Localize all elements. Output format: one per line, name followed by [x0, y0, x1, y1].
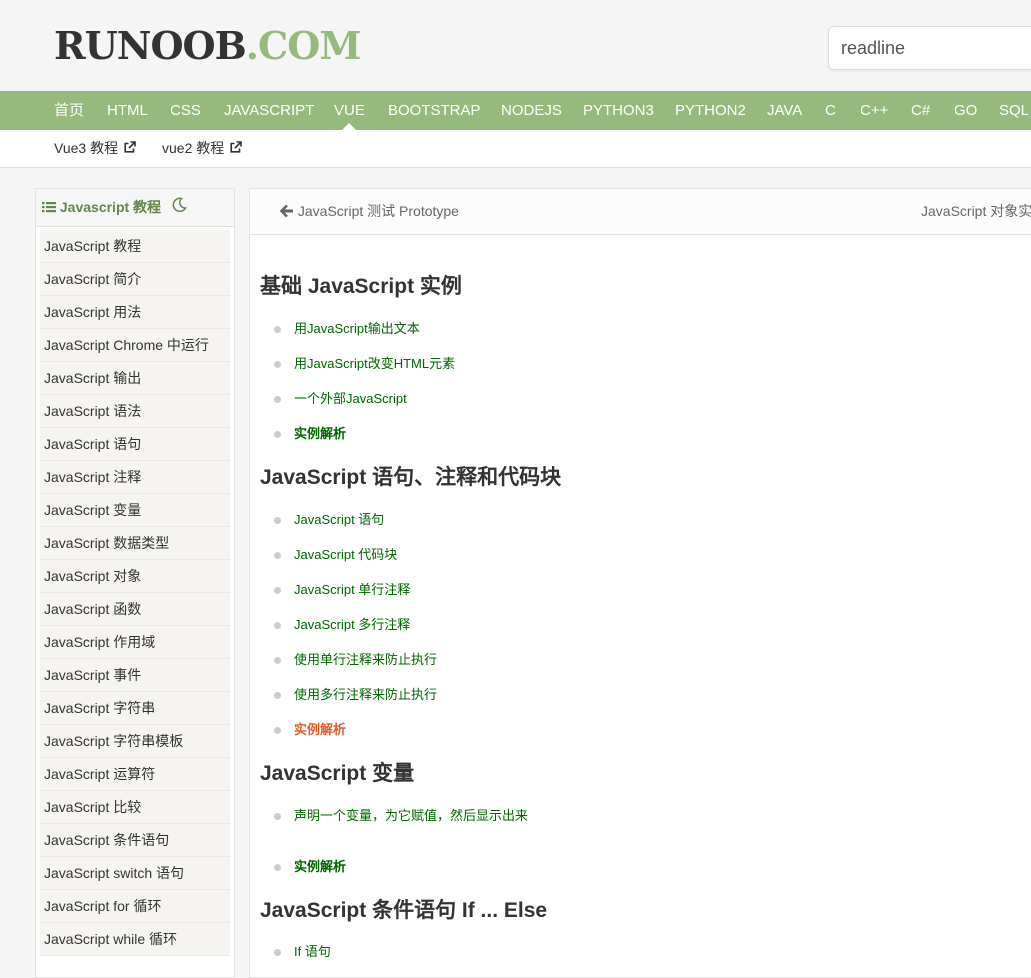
subnav-item-label: vue2 教程	[162, 140, 225, 156]
nav-item-csharp[interactable]: C#	[911, 91, 930, 130]
sidebar-item[interactable]: JavaScript 字符串模板	[40, 725, 230, 758]
subnav-item-vue3[interactable]: Vue3 教程	[54, 130, 136, 167]
example-link-label: 一个外部JavaScript	[294, 391, 407, 406]
example-link-label: 用JavaScript输出文本	[294, 321, 420, 336]
example-link-label: JavaScript 多行注释	[294, 617, 411, 632]
example-link-label: 使用多行注释来防止执行	[294, 687, 438, 702]
sidebar-item[interactable]: JavaScript 运算符	[40, 758, 230, 791]
nav-item-nodejs[interactable]: NODEJS	[501, 91, 562, 130]
sidebar-item[interactable]: JavaScript 注释	[40, 461, 230, 494]
prev-next-bar: JavaScript 测试 Prototype JavaScript 对象实例	[250, 189, 1031, 235]
section-title: JavaScript 条件语句 If ... Else	[260, 899, 548, 922]
site-header: RUNOOB.COM	[0, 0, 1031, 91]
sidebar-item[interactable]: JavaScript 对象	[40, 560, 230, 593]
example-link-label: 实例解析	[294, 426, 347, 441]
sidebar-title: Javascript 教程	[59, 199, 162, 215]
sidebar-item[interactable]: JavaScript 数据类型	[40, 527, 230, 560]
site-logo[interactable]: RUNOOB.COM	[54, 23, 362, 68]
subnav-item-vue2[interactable]: vue2 教程	[162, 130, 243, 168]
example-link-label: If 语句	[294, 944, 331, 959]
nav-item-java[interactable]: JAVA	[767, 91, 802, 130]
sidebar-header: Javascript 教程	[36, 189, 234, 227]
sidebar-item[interactable]: JavaScript while 循环	[40, 923, 230, 956]
sidebar-list: JavaScript 教程 JavaScript 简介 JavaScript 用…	[40, 230, 230, 956]
sidebar-item[interactable]: JavaScript 条件语句	[40, 824, 230, 857]
sidebar-item[interactable]: JavaScript 函数	[40, 593, 230, 626]
sidebar-item[interactable]: JavaScript Chrome 中运行	[40, 329, 230, 362]
list-icon	[42, 190, 56, 227]
bullet	[274, 727, 281, 734]
sidebar-item[interactable]: JavaScript 输出	[40, 362, 230, 395]
example-link-label: JavaScript 单行注释	[294, 582, 411, 597]
nav-item-cpp[interactable]: C++	[860, 91, 888, 130]
sidebar-item[interactable]: JavaScript 简介	[40, 263, 230, 296]
bullet	[274, 813, 281, 820]
nav-item-vue[interactable]: VUE	[334, 91, 365, 130]
example-link-label: 使用单行注释来防止执行	[294, 652, 438, 667]
example-link-label: 实例解析	[294, 722, 347, 737]
sidebar-item[interactable]: JavaScript 作用域	[40, 626, 230, 659]
nav-item-sql[interactable]: SQL	[999, 91, 1029, 130]
subnav-item-label: Vue3 教程	[54, 140, 119, 156]
nav-item-css[interactable]: CSS	[170, 91, 201, 130]
top-nav: 首页 HTML CSS JAVASCRIPT VUE BOOTSTRAP NOD…	[0, 91, 1031, 130]
nav-item-python3[interactable]: PYTHON3	[583, 91, 654, 130]
example-link-label: 用JavaScript改变HTML元素	[294, 356, 456, 371]
example-link-label: JavaScript 语句	[294, 512, 385, 527]
bullet	[274, 622, 281, 629]
sidebar-item[interactable]: JavaScript 字符串	[40, 692, 230, 725]
bullet	[274, 657, 281, 664]
external-link-icon	[123, 131, 136, 168]
bullet	[274, 517, 281, 524]
section-title: 基础 JavaScript 实例	[260, 275, 462, 298]
bullet	[274, 949, 281, 956]
section-title: JavaScript 语句、注释和代码块	[260, 466, 562, 489]
next-page-link[interactable]: JavaScript 对象实例	[921, 189, 1031, 234]
sidebar: Javascript 教程 JavaScript 教程 JavaScript 简…	[35, 188, 235, 978]
sidebar-item[interactable]: JavaScript for 循环	[40, 890, 230, 923]
prev-page-link[interactable]: JavaScript 测试 Prototype	[279, 189, 459, 234]
sub-nav: Vue3 教程 vue2 教程	[0, 130, 1031, 168]
arrow-left-icon	[279, 203, 294, 219]
external-link-icon	[229, 131, 243, 168]
sidebar-item[interactable]: JavaScript switch 语句	[40, 857, 230, 890]
nav-item-go[interactable]: GO	[954, 91, 977, 130]
bullet	[274, 361, 281, 368]
nav-item-bootstrap[interactable]: BOOTSTRAP	[388, 91, 481, 130]
nav-item-home[interactable]: 首页	[54, 91, 84, 130]
sidebar-item[interactable]: JavaScript 教程	[40, 230, 230, 263]
main-content: JavaScript 测试 Prototype JavaScript 对象实例 …	[249, 188, 1031, 978]
example-link-label: 实例解析	[294, 859, 347, 874]
bullet	[274, 396, 281, 403]
nav-item-python2[interactable]: PYTHON2	[675, 91, 746, 130]
sidebar-item[interactable]: JavaScript 语句	[40, 428, 230, 461]
bullet	[274, 864, 281, 871]
bullet	[274, 431, 281, 438]
logo-suffix: .COM	[245, 23, 362, 68]
bullet	[274, 587, 281, 594]
sidebar-item[interactable]: JavaScript 变量	[40, 494, 230, 527]
moon-icon[interactable]	[171, 190, 187, 227]
bullet	[274, 326, 281, 333]
logo-main: RUNOOB	[54, 23, 247, 68]
nav-item-c[interactable]: C	[825, 91, 836, 130]
nav-item-html[interactable]: HTML	[107, 91, 148, 130]
sidebar-item[interactable]: JavaScript 用法	[40, 296, 230, 329]
bullet	[274, 692, 281, 699]
sidebar-item[interactable]: JavaScript 比较	[40, 791, 230, 824]
nav-item-javascript[interactable]: JAVASCRIPT	[224, 91, 314, 130]
prev-page-label: JavaScript 测试 Prototype	[297, 203, 459, 219]
search-input[interactable]	[828, 26, 1031, 70]
section-title: JavaScript 变量	[260, 762, 415, 785]
next-page-label: JavaScript 对象实例	[921, 203, 1031, 219]
example-link-label: 声明一个变量，为它赋值，然后显示出来	[294, 808, 529, 823]
sidebar-item[interactable]: JavaScript 语法	[40, 395, 230, 428]
example-link-label: JavaScript 代码块	[294, 547, 398, 562]
bullet	[274, 552, 281, 559]
sidebar-item[interactable]: JavaScript 事件	[40, 659, 230, 692]
